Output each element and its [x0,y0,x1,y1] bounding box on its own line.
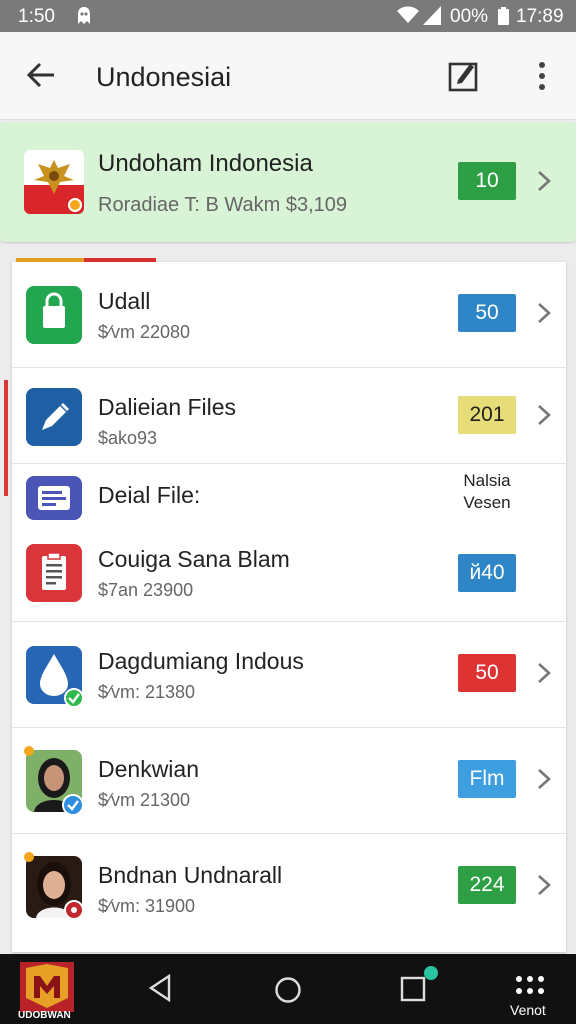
recents-notification-dot [424,966,438,980]
list-item-subtitle: $⁄vm: 31900 [98,896,196,916]
count-badge: 201 [458,396,516,434]
back-arrow-icon[interactable] [26,60,56,90]
nav-back-icon[interactable] [148,974,172,1002]
battery-icon [498,7,509,25]
status-bar: 1:50 00% 17:89 [0,0,576,32]
count-badge: 50 [458,294,516,332]
featured-badge: 10 [458,162,516,200]
edit-icon[interactable] [448,58,480,92]
notification-icon [78,7,90,24]
count-badge: й40 [458,554,516,592]
status-time: 1:50 [18,6,55,27]
list-item[interactable]: Dagdumiang Indous $⁄vm: 21380 50 [12,622,566,728]
drop-icon [26,646,84,708]
signal-icon [423,6,441,25]
featured-subtitle: Roradiae T: B Wakm $3,109 [98,194,348,216]
list-item[interactable]: Bndnan Undnarall $⁄vm: 31900 224 [12,834,566,942]
count-badge: Flm [458,760,516,798]
list-item[interactable]: Denkwian $⁄vm 21300 Flm [12,728,566,834]
count-badge: 50 [458,654,516,692]
list-item-name: Dalieian Files [98,394,237,420]
list-item-subtitle: $⁄vm 22080 [98,322,191,342]
list-item-subtitle: $⁄vm 21300 [98,790,191,810]
wifi-icon [397,6,419,23]
list-item-name: Bndnan Undnarall [98,862,283,888]
navigation-bar: UDOBWAN Venot [0,954,576,1024]
chevron-right-icon [538,405,551,425]
list-item-name: Deial File: [98,482,201,508]
clipboard-icon [26,544,82,602]
chevron-right-icon [538,663,551,683]
garuda-logo-icon [24,150,84,214]
list-item[interactable]: Dalieian Files $ako93 201 [12,368,566,464]
list-item-name: Dagdumiang Indous [98,648,304,674]
side-label: Nalsia Vesen [463,471,511,512]
count-badge: 224 [458,866,516,904]
nav-home-icon[interactable] [274,976,302,1004]
list-item-name: Udall [98,288,151,314]
pen-icon [26,388,82,446]
chevron-right-icon [538,171,551,191]
avatar-woman-icon [24,746,84,816]
list-item-subtitle: $ako93 [98,428,158,448]
list-item[interactable]: Udall $⁄vm 22080 50 [12,264,566,368]
id-card-icon [26,476,82,520]
battery-percent: 00% [450,6,489,27]
chevron-right-icon [538,875,551,895]
chevron-right-icon [538,303,551,323]
more-vert-icon[interactable] [532,60,552,92]
apps-label: Venot [510,1002,546,1018]
avatar-woman2-icon [24,852,84,920]
chevron-right-icon [538,769,551,789]
shopping-bag-icon [26,286,82,344]
app-bar: Undonesiai [0,32,576,120]
apps-grid-icon[interactable] [514,974,546,996]
status-clock: 17:89 [516,6,564,27]
page-title: Undonesiai [96,62,232,92]
scroll-indicator [4,380,8,496]
app-label: UDOBWAN [18,1010,71,1021]
list-item[interactable]: Couiga Sana Blam $7an 23900 й40 [12,526,566,622]
nav-recents-icon[interactable] [400,976,426,1002]
featured-item[interactable]: Undoham Indonesia Roradiae T: B Wakm $3,… [0,122,576,242]
list-item-subtitle: $7an 23900 [98,580,194,600]
featured-name: Undoham Indonesia [98,150,313,177]
list-item-name: Couiga Sana Blam [98,546,290,572]
list-item-subtitle: $⁄vm: 21380 [98,682,196,702]
list-item-name: Denkwian [98,756,199,782]
